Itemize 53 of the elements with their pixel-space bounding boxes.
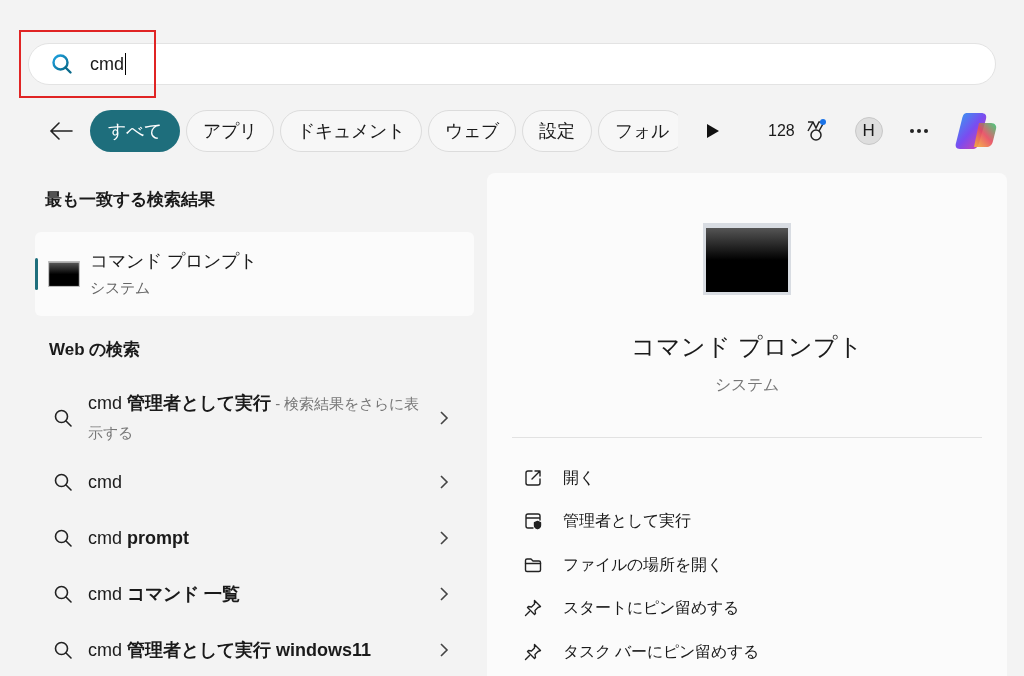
user-avatar[interactable]: H (854, 117, 883, 145)
filter-tab[interactable]: 設定 (522, 110, 592, 152)
filter-tab[interactable]: アプリ (186, 110, 274, 152)
section-heading: 最も一致する検索結果 (44, 189, 216, 211)
section-heading: Web の検索 (48, 338, 142, 361)
web-search-item[interactable]: cmd コマンド 一覧 (35, 566, 474, 622)
chevron-right-icon (439, 587, 449, 601)
action-item[interactable]: タスク バーにピン留めする (523, 630, 1007, 674)
chevron-right-icon (439, 411, 449, 425)
pin-icon (523, 641, 543, 662)
web-search-item[interactable]: cmd (35, 454, 474, 510)
external-link-icon (523, 467, 543, 488)
filter-tab[interactable]: ウェブ (428, 110, 516, 152)
result-subtitle: システム (90, 277, 151, 298)
web-search-item[interactable]: cmd prompt (35, 510, 474, 566)
pin-icon (523, 598, 543, 619)
copilot-logo-icon[interactable] (954, 111, 997, 151)
search-icon (53, 472, 73, 492)
web-search-item[interactable]: cmd 管理者として実行 windows11 (35, 622, 474, 676)
filter-tab[interactable]: すべて (90, 110, 180, 152)
action-item[interactable]: ファイルの場所を開く (523, 543, 1007, 587)
action-item[interactable]: 管理者として実行 (523, 499, 1007, 543)
action-item[interactable]: スタートにピン留めする (523, 586, 1007, 630)
selection-indicator (35, 257, 38, 290)
search-suggestion: cmd 管理者として実行 - 検索結果をさらに表示する (88, 392, 421, 443)
chevron-right-icon (439, 643, 449, 657)
more-icon[interactable] (908, 128, 929, 134)
terminal-window-icon (703, 223, 791, 295)
search-icon (53, 528, 73, 548)
terminal-window-icon (48, 260, 80, 287)
play-icon[interactable] (706, 123, 720, 139)
search-icon (53, 408, 73, 428)
result-title: コマンド プロンプト (90, 249, 257, 273)
points-count: 128 (768, 121, 795, 141)
web-search-item[interactable]: cmd 管理者として実行 - 検索結果をさらに表示する (35, 382, 474, 454)
app-title: コマンド プロンプト (631, 332, 863, 362)
action-item[interactable]: 開く (523, 456, 1007, 500)
window-shield-icon (523, 511, 543, 532)
search-suggestion: cmd (88, 471, 123, 494)
search-field[interactable]: cmd (28, 43, 996, 85)
search-icon (51, 53, 73, 75)
search-icon (53, 584, 73, 604)
chevron-right-icon (439, 531, 449, 545)
search-suggestion: cmd prompt (88, 527, 190, 550)
chevron-right-icon (439, 475, 449, 489)
search-suggestion: cmd 管理者として実行 windows11 (88, 639, 373, 662)
filter-tab[interactable]: フォル (598, 110, 678, 152)
medal-icon[interactable] (804, 119, 827, 143)
search-icon (53, 640, 73, 660)
filter-tab[interactable]: ドキュメント (280, 110, 422, 152)
app-subtitle: システム (715, 375, 779, 395)
search-suggestion: cmd コマンド 一覧 (88, 583, 242, 606)
best-match-item[interactable]: コマンド プロンプト システム (35, 231, 474, 316)
